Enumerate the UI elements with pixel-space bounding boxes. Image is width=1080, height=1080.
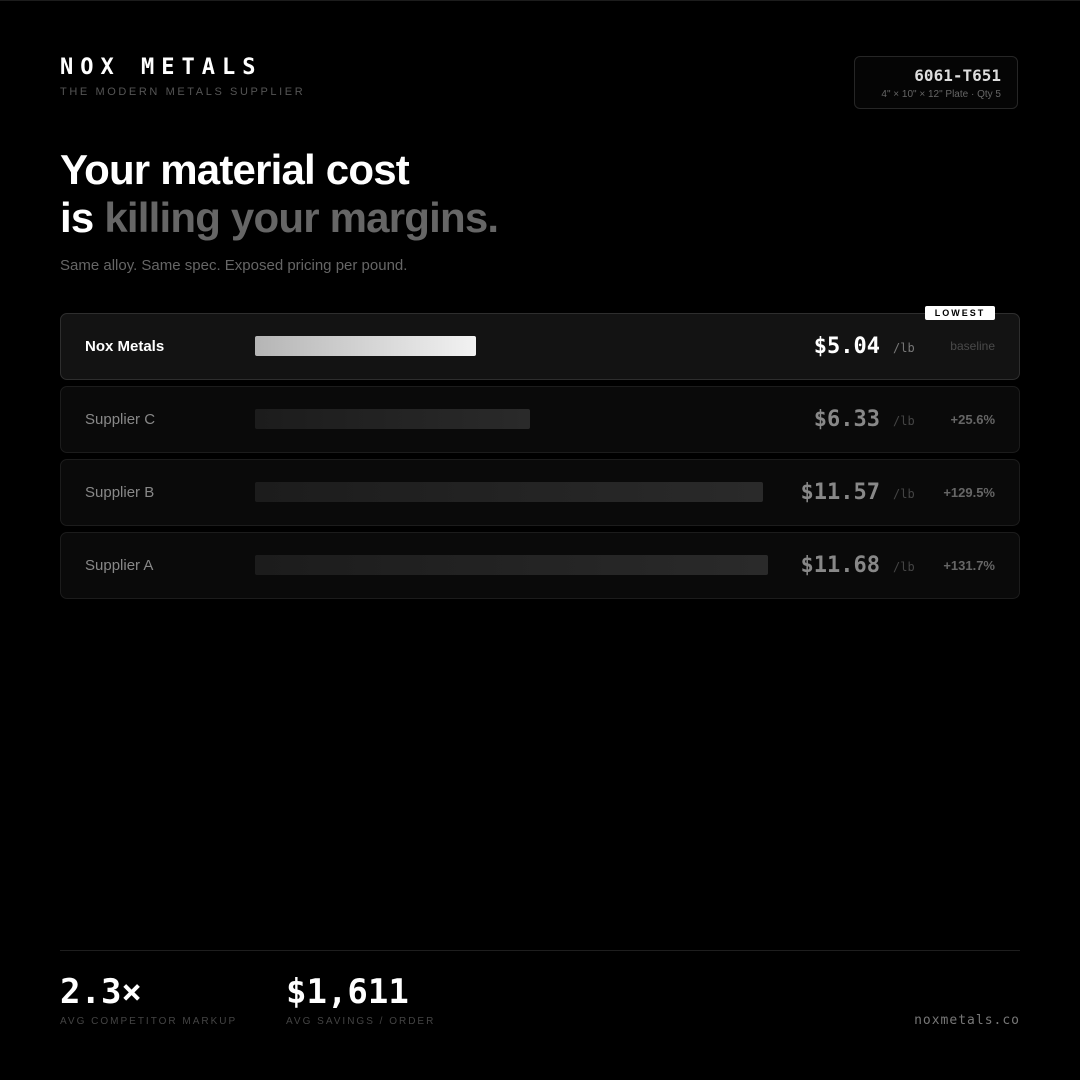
stat-value: $1,611 [286,972,409,1012]
price-bar-track [255,409,795,429]
website-link[interactable]: noxmetals.co [914,1013,1020,1028]
supplier-row-supplier-b: Supplier B $11.57 /lb +129.5% [60,459,1020,526]
price-unit: /lb [893,560,915,574]
price-unit: /lb [893,414,915,428]
stat-label: AVG COMPETITOR MARKUP [60,1016,238,1027]
price-bar [255,555,768,575]
price-bar [255,409,531,429]
price-bar [255,336,477,356]
supplier-price: $11.68 [800,553,880,578]
stat-savings: $1,611 AVG SAVINGS / ORDER [286,972,435,1027]
stat-value: 2.3× [60,972,142,1012]
stat-label: AVG SAVINGS / ORDER [286,1016,436,1027]
price-bar [255,482,763,502]
headline-line2-rest: killing your margins. [104,194,499,241]
price-delta: +129.5% [943,485,995,500]
lowest-badge: LOWEST [925,306,995,320]
brand-tagline: THE MODERN METALS SUPPLIER [60,86,306,98]
spec-detail: 4" × 10" × 12" Plate · Qty 5 [881,89,1001,100]
price-unit: /lb [893,487,915,501]
stat-markup: 2.3× AVG COMPETITOR MARKUP [60,972,237,1027]
brand: NOX METALS THE MODERN METALS SUPPLIER [60,55,306,99]
footer-divider [60,950,1020,951]
supplier-price: $5.04 [813,334,880,359]
price-unit: /lb [893,341,915,355]
price-bar-track [255,482,795,502]
subhead: Same alloy. Same spec. Exposed pricing p… [60,257,408,274]
top-border [0,0,1080,1]
brand-name: NOX METALS [60,55,263,80]
headline: Your material cost is killing your margi… [60,146,499,242]
supplier-name: Supplier B [85,484,155,501]
headline-text: Your material cost is killing your margi… [60,146,499,242]
price-delta: +131.7% [943,558,995,573]
supplier-price: $6.33 [813,407,880,432]
supplier-row-supplier-c: Supplier C $6.33 /lb +25.6% [60,386,1020,453]
price-bar-track [255,555,795,575]
supplier-row-nox-metals: Nox Metals $5.04 /lb baseline [60,313,1020,380]
price-delta: baseline [950,339,995,353]
headline-line2-lead: is [60,194,94,241]
price-bar-track [255,336,795,356]
supplier-name: Supplier C [85,411,156,428]
supplier-row-supplier-a: Supplier A $11.68 /lb +131.7% [60,532,1020,599]
supplier-name: Supplier A [85,557,154,574]
spec-alloy: 6061-T651 [914,66,1001,85]
supplier-price: $11.57 [800,480,880,505]
spec-card: 6061-T651 4" × 10" × 12" Plate · Qty 5 [854,56,1018,109]
headline-line1: Your material cost [60,146,410,193]
price-delta: +25.6% [950,412,995,427]
supplier-name: Nox Metals [85,338,165,355]
